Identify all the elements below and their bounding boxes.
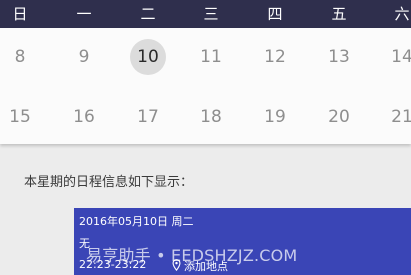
weekday-header: 日 一 二 三 四 五 六: [0, 0, 411, 28]
calendar-day-11[interactable]: 11: [193, 39, 229, 75]
weekday-sat: 六: [394, 5, 410, 23]
calendar-day-15[interactable]: 15: [2, 99, 38, 135]
weekday-thu: 四: [267, 5, 283, 23]
calendar-day-21[interactable]: 21: [384, 99, 411, 135]
week-schedule-label: 本星期的日程信息如下显示：: [24, 175, 194, 190]
calendar-day-18[interactable]: 18: [193, 99, 229, 135]
calendar-day-19[interactable]: 19: [257, 99, 293, 135]
calendar-day-12[interactable]: 12: [257, 39, 293, 75]
weekday-mon: 一: [76, 5, 92, 23]
weekday-wed: 三: [203, 5, 219, 23]
calendar-grid: 8 9 10 11 12 13 14 15 16 17 18 19 20 21: [0, 28, 411, 144]
weekday-tue: 二: [140, 5, 156, 23]
calendar-day-16[interactable]: 16: [66, 99, 102, 135]
calendar-day-14[interactable]: 14: [384, 39, 411, 75]
calendar-day-8[interactable]: 8: [2, 39, 38, 75]
calendar-day-20[interactable]: 20: [321, 99, 357, 135]
calendar-day-17[interactable]: 17: [130, 99, 166, 135]
calendar-day-13[interactable]: 13: [321, 39, 357, 75]
watermark: 易亨助手 • EEDSHZJZ.COM: [86, 246, 298, 265]
calendar-day-9[interactable]: 9: [66, 39, 102, 75]
weekday-fri: 五: [331, 5, 347, 23]
weekday-sun: 日: [12, 5, 28, 23]
event-date: 2016年05月10日 周二: [79, 215, 194, 228]
calendar-day-10-selected[interactable]: 10: [130, 39, 166, 75]
